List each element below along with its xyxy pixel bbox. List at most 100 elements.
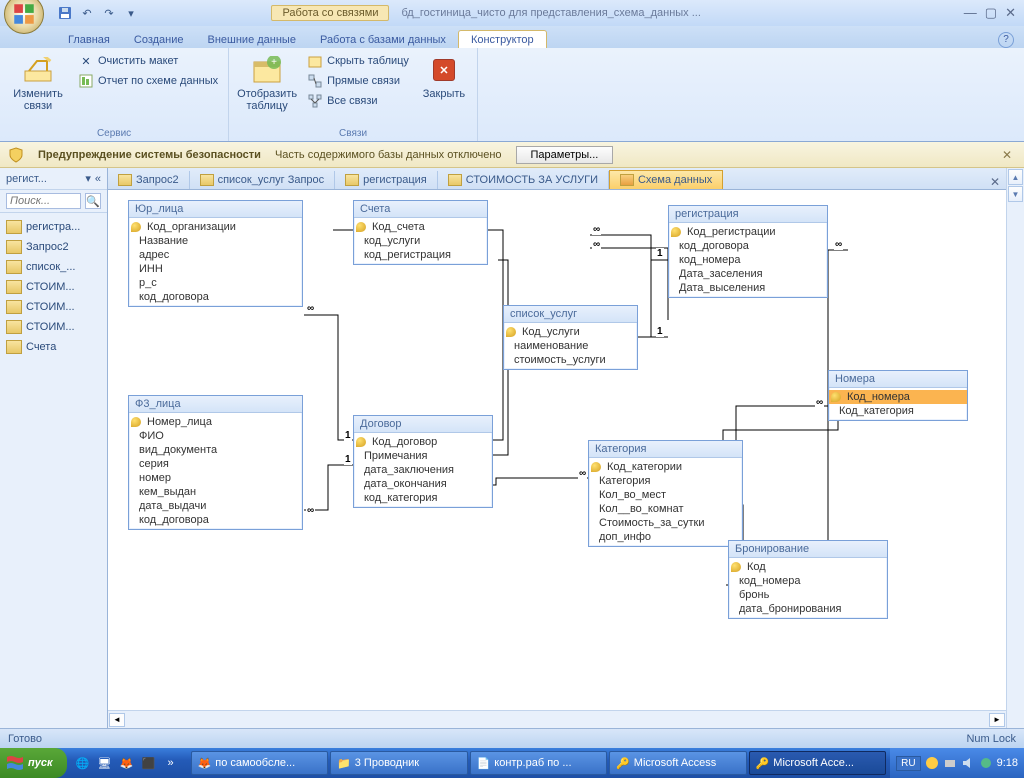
table-dogovor[interactable]: ДоговорКод_договорПримечаниядата_заключе… [353,415,493,508]
field[interactable]: Название [129,234,302,248]
field[interactable]: Номер_лица [129,415,302,429]
field[interactable]: код_номера [729,574,887,588]
nav-item[interactable]: Счета [2,337,105,357]
field[interactable]: Код_услуги [504,325,637,339]
field[interactable]: наименование [504,339,637,353]
qat-dropdown-icon[interactable]: ▾ [122,4,140,22]
field[interactable]: Примечания [354,449,492,463]
field[interactable]: Код_организации [129,220,302,234]
field[interactable]: дата_окончания [354,477,492,491]
field[interactable]: код_номера [669,253,827,267]
direct-relationships-button[interactable]: Прямые связи [303,72,413,90]
hscroll-left-icon[interactable]: ◄ [109,713,125,727]
table-uslugi[interactable]: список_услуг Код_услугинаименованиестоимо… [503,305,638,370]
field[interactable]: Код_регистрации [669,225,827,239]
relationship-report-button[interactable]: Отчет по схеме данных [74,72,222,90]
ribbon-tab-designer[interactable]: Конструктор [458,30,547,48]
clear-layout-button[interactable]: ✕Очистить макет [74,52,222,70]
doctab-zapros2[interactable]: Запрос2 [108,171,190,189]
field[interactable]: бронь [729,588,887,602]
ribbon-tab-dbtools[interactable]: Работа с базами данных [308,31,458,48]
close-button[interactable]: ✕ Закрыть [417,52,471,102]
taskbar-task[interactable]: 🔑Microsoft Acce... [749,751,887,775]
taskbar-task[interactable]: 📁3 Проводник [330,751,468,775]
help-icon[interactable]: ? [998,32,1014,48]
field[interactable]: Код_договор [354,435,492,449]
all-relationships-button[interactable]: Все связи [303,92,413,110]
doctab-schema[interactable]: Схема данных [609,170,723,189]
field[interactable]: Код_номера [829,390,967,404]
edit-relationships-button[interactable]: Изменить связи [6,52,70,114]
ql-more-icon[interactable]: » [161,752,181,774]
ribbon-tab-create[interactable]: Создание [122,31,196,48]
field[interactable]: дата_заключения [354,463,492,477]
field[interactable]: Код [729,560,887,574]
table-nomera[interactable]: Номера Код_номераКод_категория [828,370,968,421]
vscroll-up-icon[interactable]: ▲ [1008,169,1023,185]
security-options-button[interactable]: Параметры... [516,146,614,164]
nav-item[interactable]: список_... [2,257,105,277]
qat-redo-icon[interactable]: ↷ [100,4,118,22]
nav-collapse-icon[interactable]: « [95,173,101,185]
field[interactable]: Категория [589,474,742,488]
doctab-registracia[interactable]: регистрация [335,171,438,189]
nav-header-dropdown-icon[interactable]: ▾ [85,172,91,185]
table-header[interactable]: список_услуг [504,306,637,323]
doctab-stoimost[interactable]: СТОИМОСТЬ ЗА УСЛУГИ [438,171,609,189]
ql-app-icon[interactable]: ⬛ [139,752,159,774]
field[interactable]: серия [129,457,302,471]
field[interactable]: дата_бронирования [729,602,887,616]
table-header[interactable]: регистрация [669,206,827,223]
nav-item[interactable]: СТОИМ... [2,317,105,337]
doctab-spisok-uslug[interactable]: список_услуг Запрос [190,171,336,189]
field[interactable]: Дата_выселения [669,281,827,295]
field[interactable]: ИНН [129,262,302,276]
field[interactable]: стоимость_услуги [504,353,637,367]
table-header[interactable]: Номера [829,371,967,388]
field[interactable]: код_регистрация [354,248,487,262]
field[interactable]: адрес [129,248,302,262]
field[interactable]: ФИО [129,429,302,443]
table-header[interactable]: Категория [589,441,742,458]
nav-item[interactable]: СТОИМ... [2,277,105,297]
table-bron[interactable]: БронированиеКодкод_номераброньдата_брони… [728,540,888,619]
doctab-close-icon[interactable]: ✕ [984,175,1006,189]
field[interactable]: кем_выдан [129,485,302,499]
field[interactable]: Кол_во_мест [589,488,742,502]
table-kategoria[interactable]: КатегорияКод_категорииКатегорияКол_во_ме… [588,440,743,547]
table-header[interactable]: Ф3_лица [129,396,302,413]
qat-save-icon[interactable] [56,4,74,22]
nav-item[interactable]: Запрос2 [2,237,105,257]
table-header[interactable]: Юр_лица [129,201,302,218]
show-table-button[interactable]: + Отобразить таблицу [235,52,299,114]
field[interactable]: код_категория [354,491,492,505]
field[interactable]: Код_счета [354,220,487,234]
nav-item[interactable]: СТОИМ... [2,297,105,317]
field[interactable]: код_услуги [354,234,487,248]
field[interactable]: Дата_заселения [669,267,827,281]
nav-search-input[interactable] [6,193,81,209]
ql-ie-icon[interactable]: 🌐 [73,752,93,774]
table-jur[interactable]: Юр_лица Код_организацииНазваниеадресИННр_… [128,200,303,307]
field[interactable]: код_договора [129,513,302,527]
ql-desktop-icon[interactable]: 🖥 [95,752,115,774]
field[interactable]: номер [129,471,302,485]
field[interactable]: Стоимость_за_сутки [589,516,742,530]
ql-firefox-icon[interactable]: 🦊 [117,752,137,774]
field[interactable]: Код_категория [829,404,967,418]
taskbar-task[interactable]: 🦊по самообсле... [191,751,329,775]
field[interactable]: Кол__во_комнат [589,502,742,516]
field[interactable]: р_с [129,276,302,290]
table-fiz[interactable]: Ф3_лица Номер_лицаФИОвид_документасерияно… [128,395,303,530]
field[interactable]: Код_категории [589,460,742,474]
qat-undo-icon[interactable]: ↶ [78,4,96,22]
start-button[interactable]: пуск [0,748,67,778]
hide-table-button[interactable]: Скрыть таблицу [303,52,413,70]
field[interactable]: доп_инфо [589,530,742,544]
vscroll-down-icon[interactable]: ▼ [1008,186,1023,202]
field[interactable]: вид_документа [129,443,302,457]
ribbon-tab-home[interactable]: Главная [56,31,122,48]
table-header[interactable]: Счета [354,201,487,218]
security-close-icon[interactable]: ✕ [998,148,1016,162]
ribbon-tab-external[interactable]: Внешние данные [196,31,308,48]
